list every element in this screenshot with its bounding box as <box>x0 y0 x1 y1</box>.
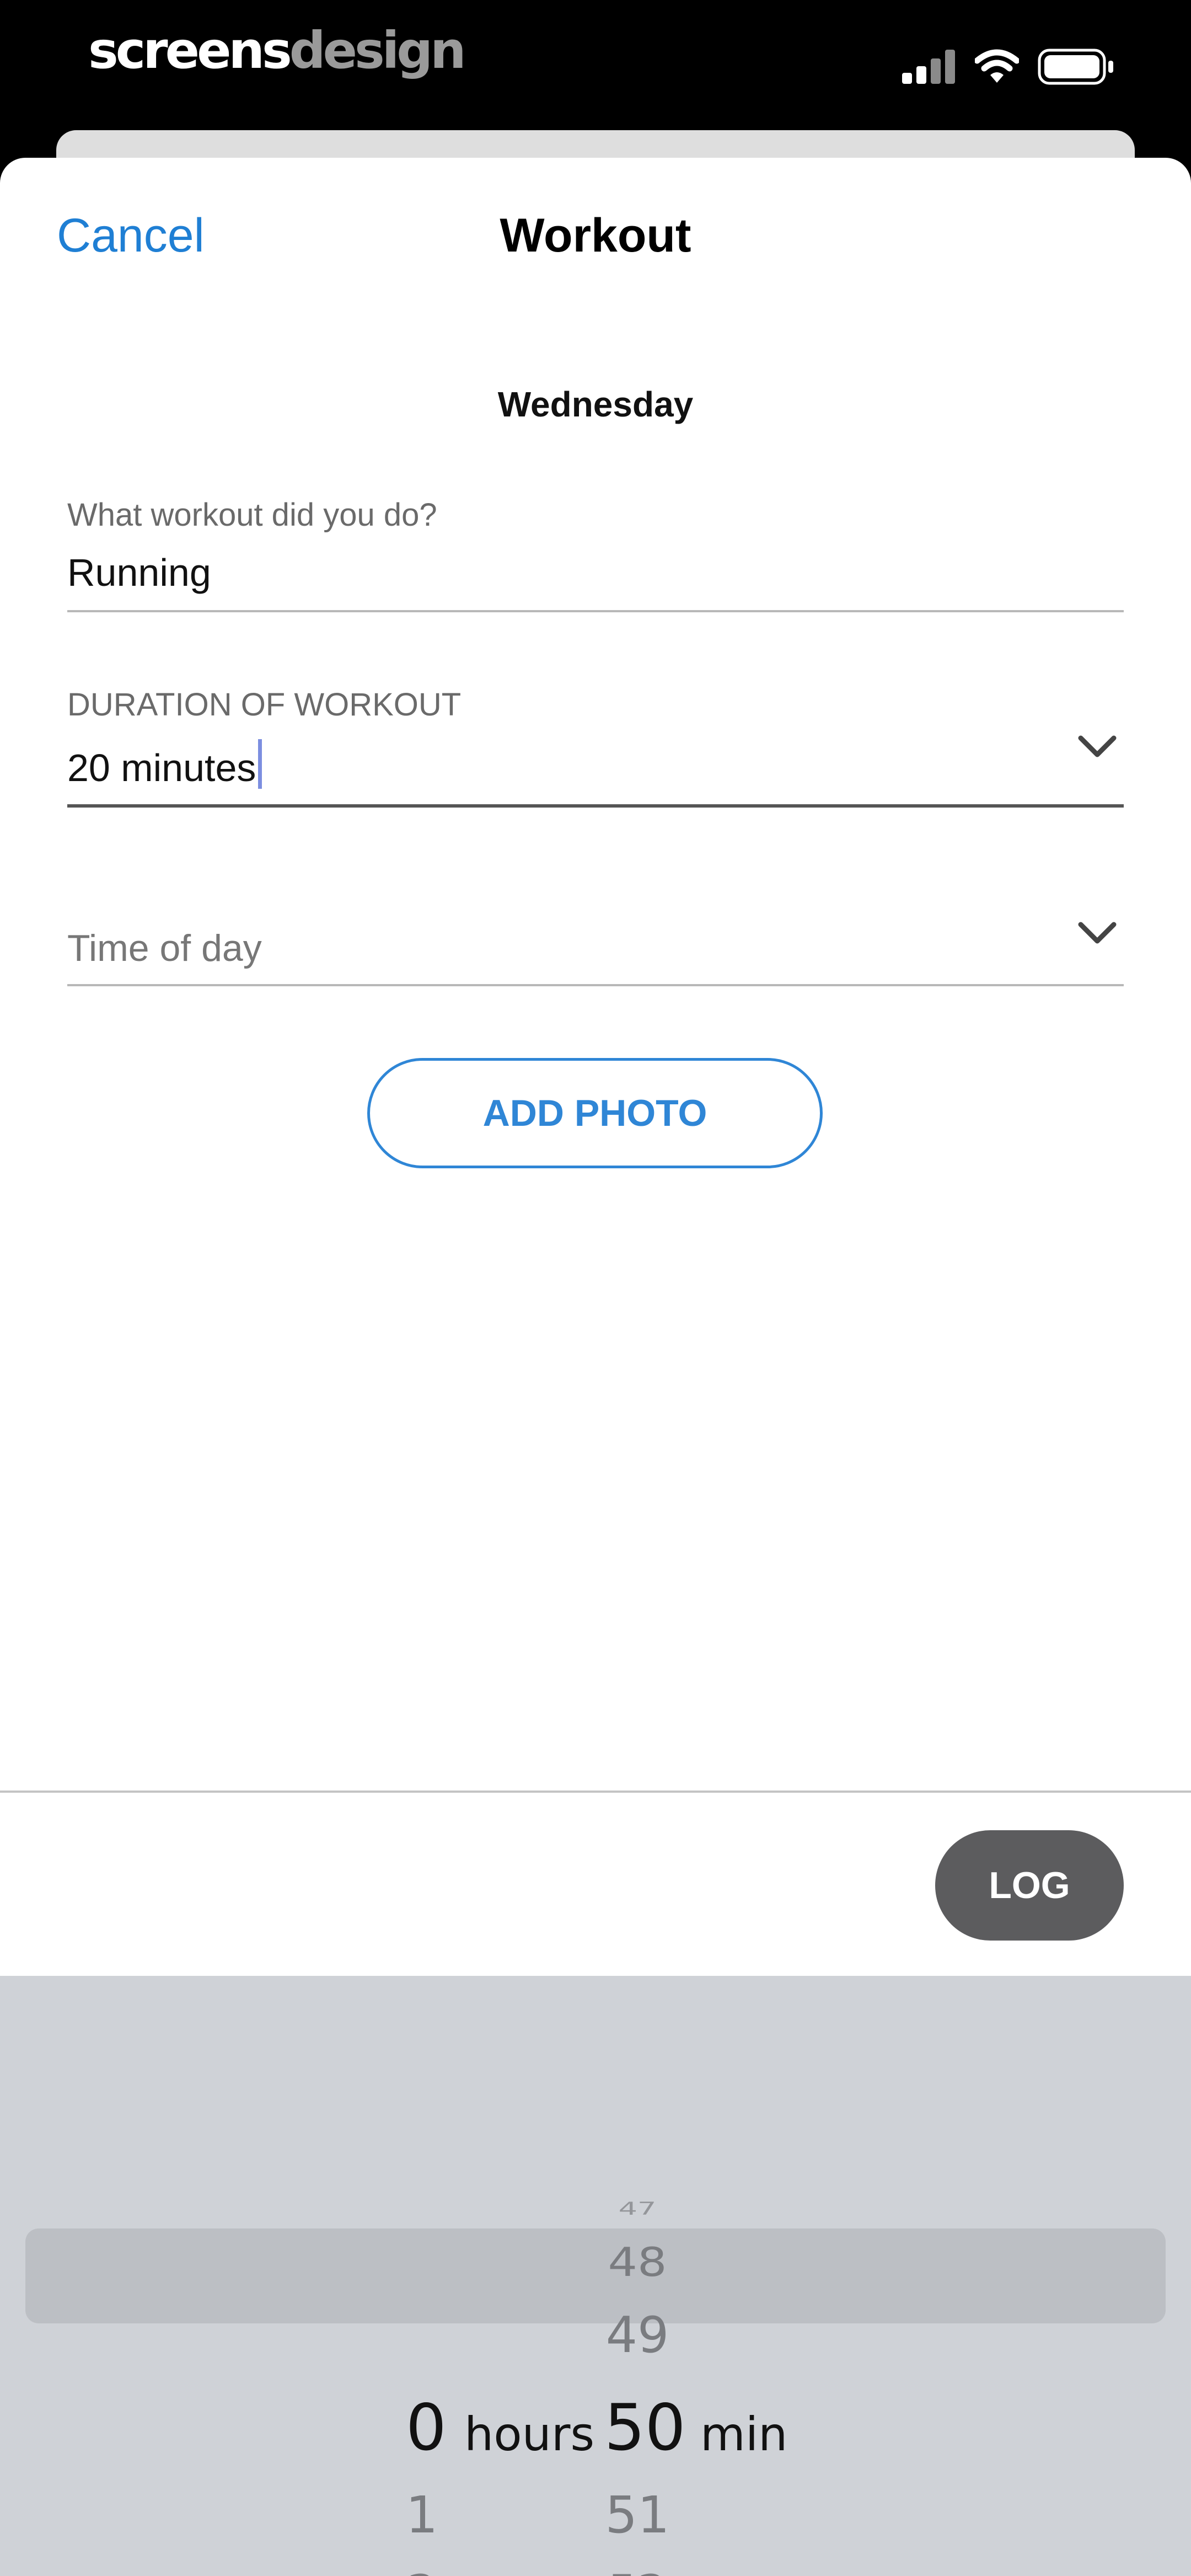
workout-sheet: Cancel Workout Wednesday What workout di… <box>0 158 1191 2576</box>
duration-field-underline <box>67 804 1124 808</box>
brand-part-1: screens <box>88 21 292 80</box>
log-button[interactable]: LOG <box>935 1830 1124 1941</box>
time-of-day-underline <box>67 984 1124 986</box>
cellular-signal-icon <box>902 50 955 84</box>
chevron-down-icon[interactable] <box>1077 735 1117 759</box>
workout-field-underline <box>67 610 1124 612</box>
brand-part-2: design <box>289 21 466 80</box>
status-bar: screensdesign <box>0 0 1191 132</box>
duration-input[interactable]: 20 minutes <box>67 739 262 790</box>
workout-field-label: What workout did you do? <box>67 497 437 533</box>
duration-value: 20 minutes <box>67 746 256 789</box>
minute-option[interactable]: 48 <box>599 2241 676 2283</box>
duration-picker[interactable]: 47 48 49 0 hours 50 min 1 2 3 51 52 53 <box>0 1976 1191 2576</box>
brand-logo: screensdesign <box>88 21 466 80</box>
divider <box>0 1791 1191 1793</box>
wifi-icon <box>975 49 1019 83</box>
hours-unit-label: hours <box>464 2407 595 2461</box>
add-photo-button[interactable]: ADD PHOTO <box>367 1058 823 1168</box>
hour-option[interactable]: 2 <box>386 2568 458 2576</box>
hour-option[interactable]: 1 <box>386 2489 458 2542</box>
page-title: Workout <box>500 209 691 262</box>
time-of-day-input[interactable]: Time of day <box>67 927 262 970</box>
selected-hours[interactable]: 0 <box>406 2391 447 2465</box>
chevron-down-icon[interactable] <box>1077 921 1117 945</box>
workout-input[interactable]: Running <box>67 551 211 595</box>
battery-icon <box>1038 49 1113 85</box>
minutes-unit-label: min <box>700 2407 788 2461</box>
duration-field-label: DURATION OF WORKOUT <box>67 687 462 723</box>
minute-option[interactable]: 51 <box>599 2489 676 2542</box>
text-cursor <box>258 739 262 789</box>
selected-minutes[interactable]: 50 <box>604 2391 686 2465</box>
minute-option[interactable]: 47 <box>604 2199 670 2218</box>
picker-selection-band <box>25 2228 1166 2323</box>
day-heading: Wednesday <box>497 384 694 424</box>
minute-option[interactable]: 49 <box>599 2309 676 2362</box>
minute-option[interactable]: 52 <box>599 2568 676 2576</box>
